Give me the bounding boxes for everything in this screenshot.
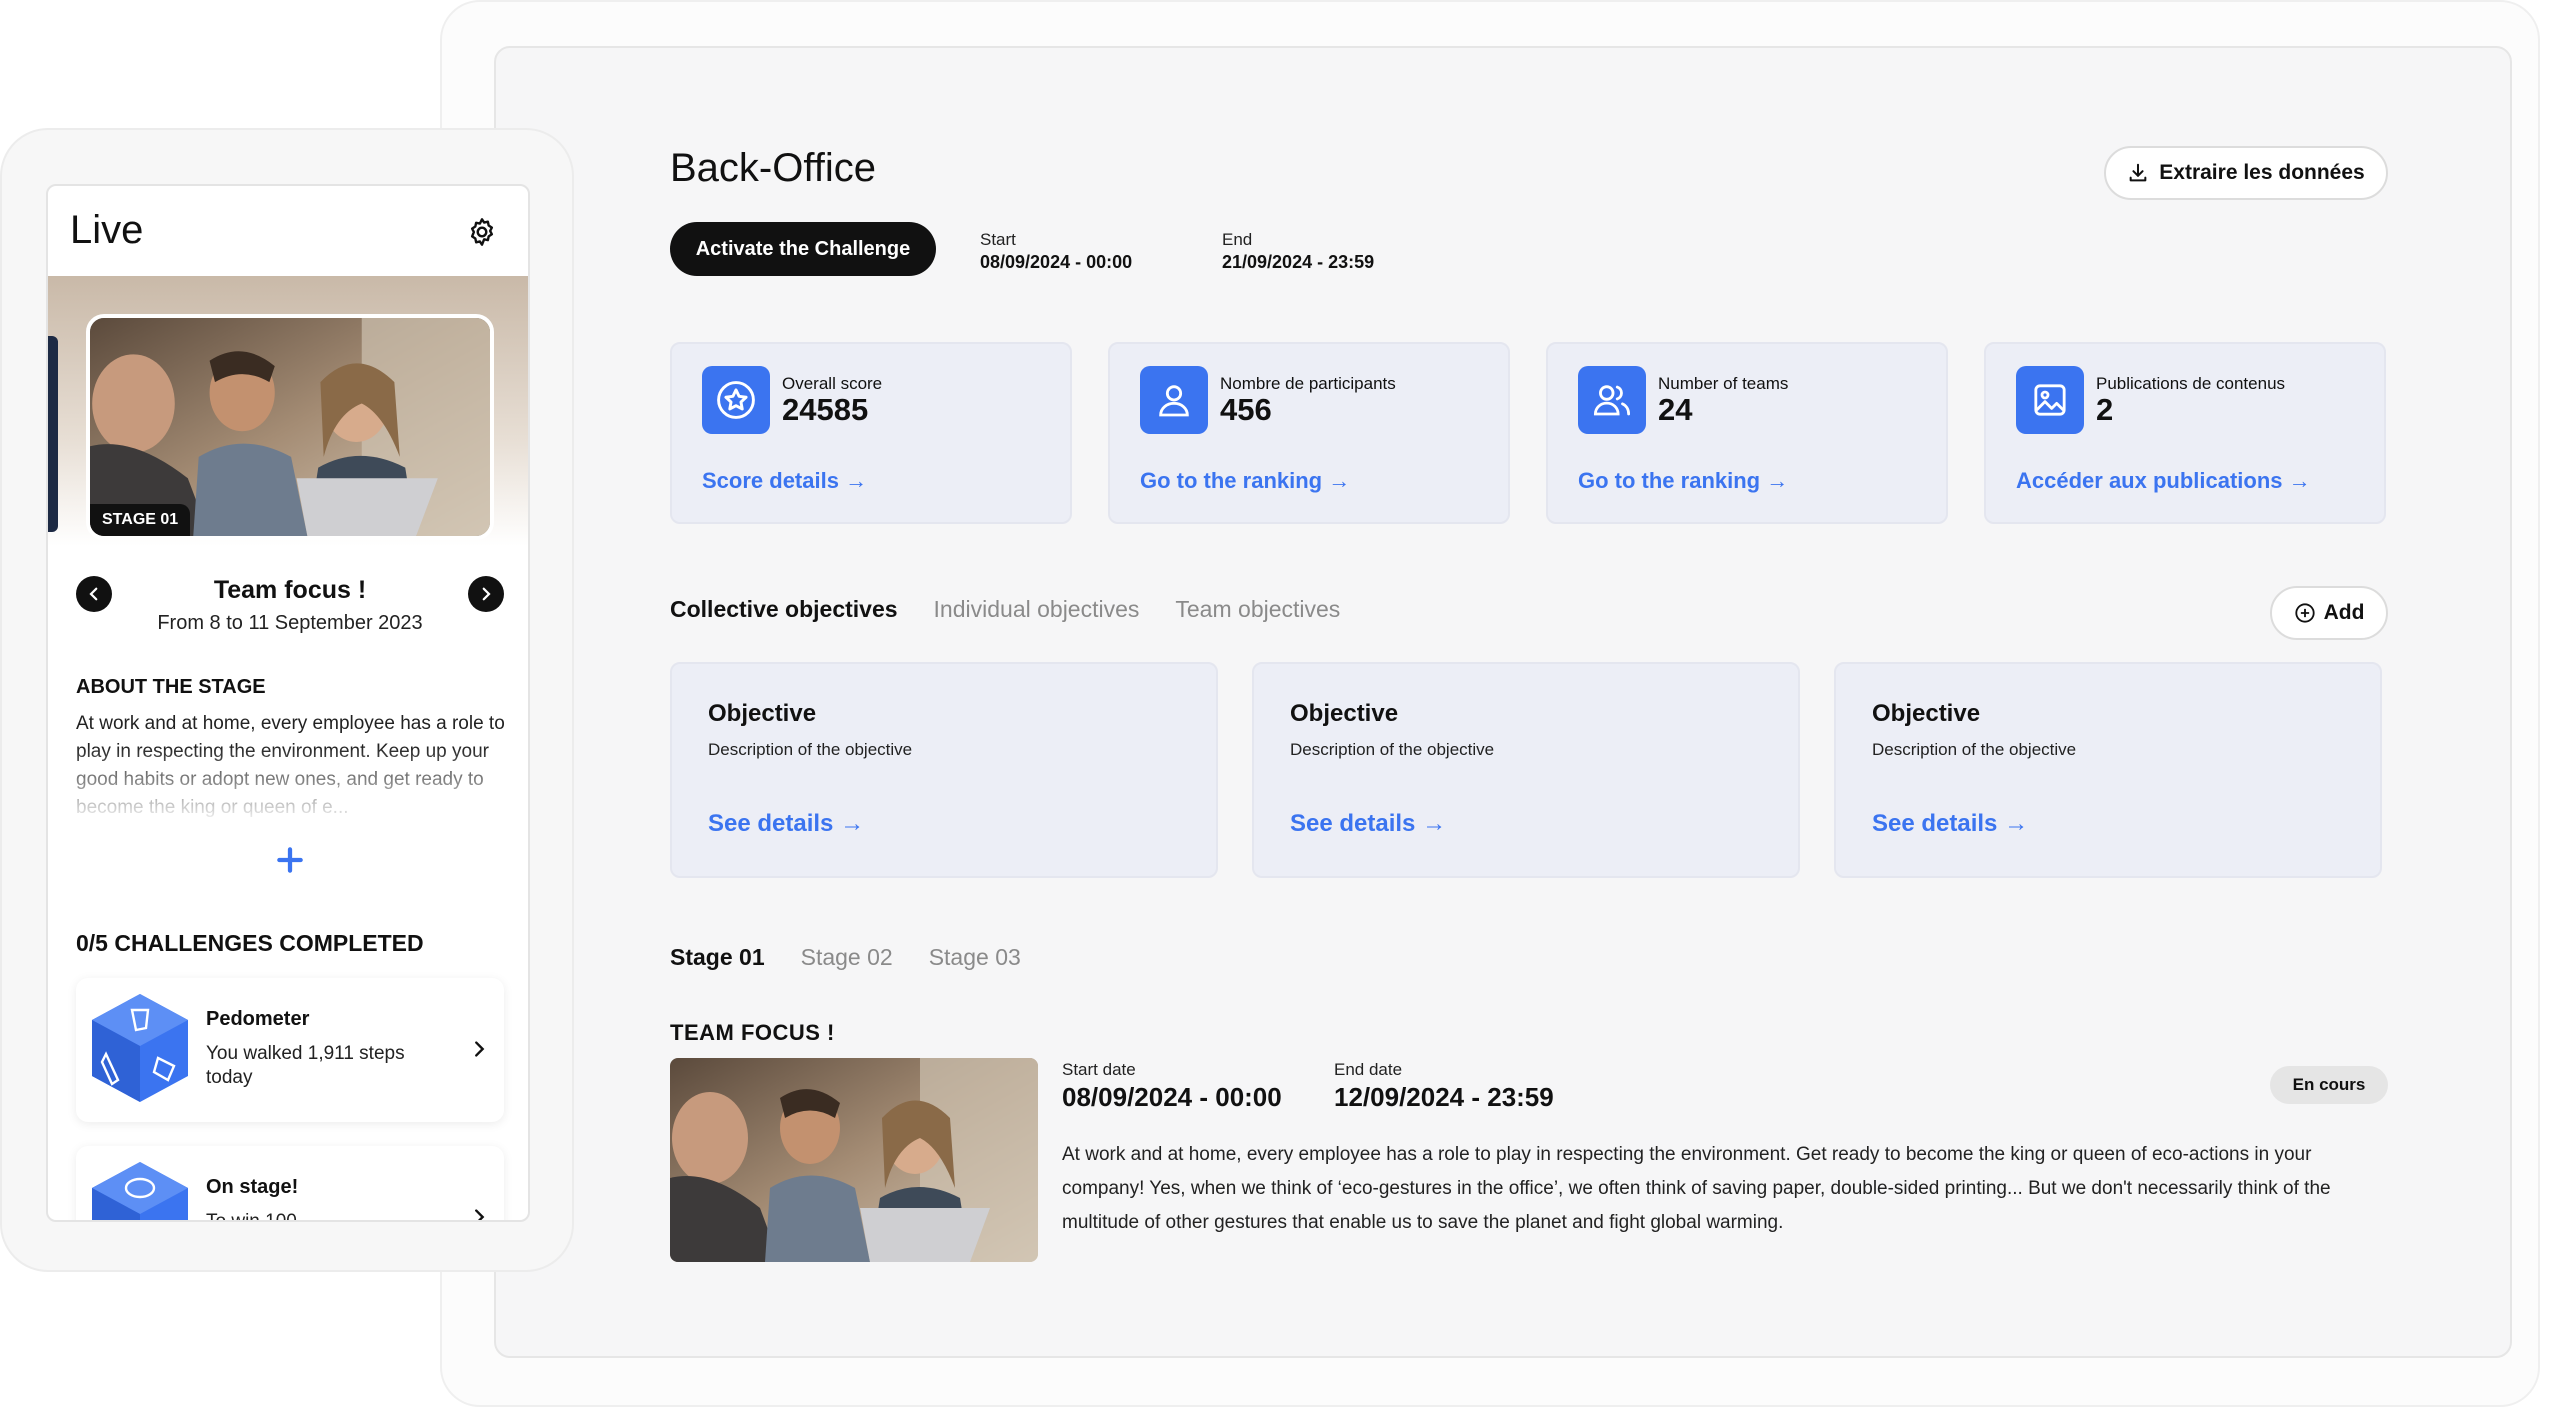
tab-collective-objectives[interactable]: Collective objectives	[670, 596, 898, 623]
challenge-end: End 21/09/2024 - 23:59	[1222, 230, 1374, 273]
stage-description: At work and at home, every employee has …	[1062, 1144, 2331, 1233]
start-date-value: 08/09/2024 - 00:00	[1062, 1082, 1282, 1112]
stage-badge: STAGE 01	[90, 504, 191, 536]
add-label: Add	[2323, 601, 2365, 624]
publications-link[interactable]: Accéder aux publications →	[2016, 468, 2311, 494]
objective-description: Description of the objective	[1872, 740, 2077, 759]
chevron-right-icon	[482, 587, 491, 601]
objective-title: Objective	[1872, 700, 1981, 727]
stat-value: 2	[2096, 392, 2114, 427]
stage-tabs: Stage 01 Stage 02 Stage 03	[670, 944, 1021, 971]
chevron-left-icon	[89, 587, 98, 601]
prev-stage-button[interactable]	[76, 576, 112, 612]
end-label: End	[1222, 230, 1253, 249]
stat-card-publications: Publications de contenus 2 Accéder aux p…	[1984, 342, 2386, 524]
status-badge: En cours	[2270, 1066, 2388, 1104]
ranking-link[interactable]: Go to the ranking →	[1140, 468, 1350, 494]
objective-card: Objective Description of the objective S…	[1252, 662, 1800, 878]
challenge-description: To win 100	[206, 1211, 297, 1222]
mobile-live-screen: Live STAGE 01 Team focus ! From 8 to 11 …	[46, 184, 530, 1222]
see-details-link[interactable]: See details →	[1872, 810, 2028, 838]
start-date-label: Start date	[1062, 1060, 1136, 1079]
stat-value: 24585	[782, 392, 869, 427]
gear-icon[interactable]	[466, 216, 498, 248]
tab-stage-01[interactable]: Stage 01	[670, 944, 765, 971]
users-icon	[1578, 366, 1646, 434]
challenge-name: Pedometer	[206, 1008, 310, 1030]
stage-dates: From 8 to 11 September 2023	[157, 612, 423, 634]
stat-value: 24	[1658, 392, 1693, 427]
text-fade	[48, 746, 528, 846]
export-data-label: Extraire les données	[2159, 161, 2365, 184]
chevron-right-icon	[475, 1041, 485, 1057]
stat-label: Overall score	[782, 374, 883, 393]
see-details-link[interactable]: See details →	[708, 810, 864, 838]
stat-card-participants: Nombre de participants 456 Go to the ran…	[1108, 342, 1510, 524]
team-ranking-link[interactable]: Go to the ranking →	[1578, 468, 1788, 494]
start-label: Start	[980, 230, 1016, 249]
stage-title: TEAM FOCUS !	[670, 1020, 835, 1045]
tab-individual-objectives[interactable]: Individual objectives	[934, 596, 1140, 623]
challenge-description: You walked 1,911 steps today	[206, 1043, 405, 1088]
pedometer-cube-icon	[92, 994, 188, 1102]
live-title: Live	[70, 208, 144, 252]
page-title: Back-Office	[670, 146, 876, 190]
objective-title: Objective	[708, 700, 817, 727]
end-date-value: 12/09/2024 - 23:59	[1334, 1082, 1554, 1112]
about-stage-title: ABOUT THE STAGE	[76, 676, 266, 698]
stage-start-date: Start date 08/09/2024 - 00:00	[1062, 1060, 1282, 1113]
challenge-card-pedometer[interactable]: Pedometer You walked 1,911 steps today	[76, 978, 504, 1122]
challenge-name: On stage!	[206, 1176, 299, 1198]
challenges-completed-title: 0/5 CHALLENGES COMPLETED	[76, 930, 424, 956]
export-data-button[interactable]: Extraire les données	[2104, 146, 2388, 200]
objective-card: Objective Description of the objective S…	[670, 662, 1218, 878]
user-icon	[1140, 366, 1208, 434]
stage-name: Team focus !	[213, 576, 367, 604]
plus-circle-icon	[2294, 603, 2315, 623]
objective-description: Description of the objective	[1290, 740, 1495, 759]
objective-title: Objective	[1290, 700, 1399, 727]
see-details-link[interactable]: See details →	[1290, 810, 1446, 838]
score-details-link[interactable]: Score details →	[702, 468, 867, 494]
challenge-start: Start 08/09/2024 - 00:00	[980, 230, 1132, 273]
objective-tabs: Collective objectives Individual objecti…	[670, 596, 1340, 623]
tab-team-objectives[interactable]: Team objectives	[1175, 596, 1340, 623]
star-icon	[702, 366, 770, 434]
stage-end-date: End date 12/09/2024 - 23:59	[1334, 1060, 1554, 1113]
tab-stage-02[interactable]: Stage 02	[801, 944, 893, 971]
image-icon	[2016, 366, 2084, 434]
tab-stage-03[interactable]: Stage 03	[929, 944, 1021, 971]
end-date-label: End date	[1334, 1060, 1403, 1079]
stat-value: 456	[1220, 392, 1272, 427]
backoffice-window: Back-Office Extraire les données Activat…	[494, 46, 2512, 1358]
download-icon	[2129, 163, 2147, 182]
carousel-side-card	[48, 336, 58, 532]
end-value: 21/09/2024 - 23:59	[1222, 252, 1375, 272]
objective-description: Description of the objective	[708, 740, 913, 759]
start-value: 08/09/2024 - 00:00	[980, 252, 1133, 272]
stat-label: Number of teams	[1658, 374, 1789, 393]
on-stage-cube-icon	[92, 1162, 188, 1220]
stat-card-teams: Number of teams 24 Go to the ranking →	[1546, 342, 1948, 524]
next-stage-button[interactable]	[468, 576, 504, 612]
stat-label: Nombre de participants	[1220, 374, 1396, 393]
objective-card: Objective Description of the objective S…	[1834, 662, 2382, 878]
stat-card-overall-score: Overall score 24585 Score details →	[670, 342, 1072, 524]
stage-photo: STAGE 01	[86, 314, 494, 540]
stage-photo	[670, 1058, 1038, 1262]
chevron-right-icon	[475, 1209, 485, 1220]
activate-challenge-button[interactable]: Activate the Challenge	[670, 222, 936, 276]
stat-label: Publications de contenus	[2096, 374, 2286, 393]
challenge-card-on-stage[interactable]: On stage! To win 100	[76, 1146, 504, 1222]
add-objective-button[interactable]: Add	[2270, 586, 2388, 640]
expand-plus-icon[interactable]	[274, 844, 306, 876]
